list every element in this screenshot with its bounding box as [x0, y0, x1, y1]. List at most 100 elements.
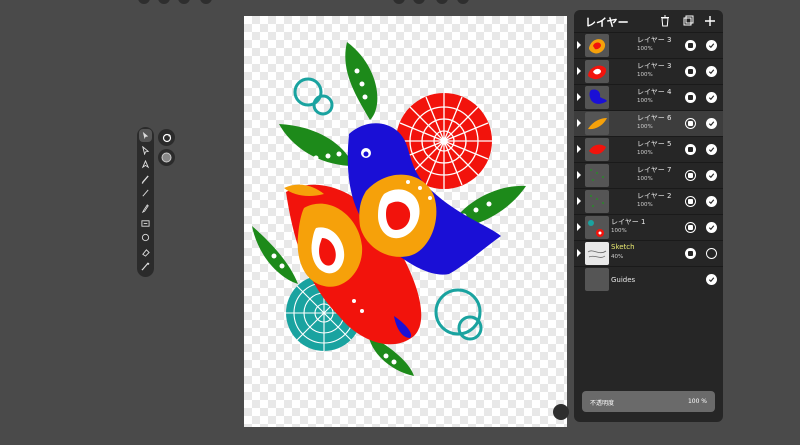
layer-row[interactable]: Guides: [574, 266, 723, 292]
layer-row[interactable]: レイヤー 5 100%: [574, 136, 723, 162]
visibility-check-icon[interactable]: [706, 40, 717, 51]
trash-icon[interactable]: [659, 15, 671, 27]
visibility-check-icon[interactable]: [706, 274, 717, 285]
layer-thumbnail: [585, 216, 609, 239]
layer-thumbnail: [585, 112, 609, 135]
layer-name: レイヤー 1: [611, 218, 646, 226]
top-toolbar-button[interactable]: [158, 0, 170, 4]
layer-opacity: 100%: [637, 176, 653, 182]
shape-tool-icon[interactable]: [139, 231, 152, 244]
layer-row[interactable]: レイヤー 4 100%: [574, 84, 723, 110]
visibility-check-icon[interactable]: [706, 222, 717, 233]
top-toolbar-button[interactable]: [436, 0, 448, 4]
layer-thumbnail: [585, 242, 609, 265]
settings-button[interactable]: [553, 404, 569, 420]
visibility-check-icon[interactable]: [706, 92, 717, 103]
expand-caret-icon[interactable]: [577, 249, 581, 257]
layer-name: レイヤー 2: [637, 192, 672, 200]
layer-opacity: 100%: [637, 72, 653, 78]
layer-thumbnail: [585, 190, 609, 213]
brush-settings-icon[interactable]: [158, 149, 175, 166]
layer-row[interactable]: Sketch 40%: [574, 240, 723, 266]
layer-thumbnail: [585, 164, 609, 187]
top-toolbar-button[interactable]: [393, 0, 405, 4]
top-toolbar-button[interactable]: [200, 0, 212, 4]
layer-row[interactable]: レイヤー 1 100%: [574, 214, 723, 240]
layer-name: Sketch: [611, 243, 635, 251]
brush-tool-icon[interactable]: [139, 173, 152, 186]
layers-panel-title: レイヤー: [585, 16, 629, 29]
expand-caret-icon[interactable]: [577, 93, 581, 101]
layer-thumbnail: [585, 34, 609, 57]
lock-icon[interactable]: [685, 92, 696, 103]
top-toolbar-button[interactable]: [457, 0, 469, 4]
drawing-canvas[interactable]: [244, 16, 567, 427]
direct-select-icon[interactable]: [139, 144, 152, 157]
layer-opacity: 100%: [611, 228, 627, 234]
layer-opacity: 100%: [637, 150, 653, 156]
layer-opacity: 100%: [637, 124, 653, 130]
tool-palette: [137, 127, 154, 277]
layer-opacity: 40%: [611, 254, 624, 260]
rotate-icon[interactable]: [158, 129, 175, 146]
layer-opacity: 100%: [637, 202, 653, 208]
opacity-slider[interactable]: 不透明度 100 %: [582, 391, 715, 412]
unlock-icon[interactable]: [685, 118, 696, 129]
layer-opacity: 100%: [637, 98, 653, 104]
expand-caret-icon[interactable]: [577, 145, 581, 153]
duplicate-icon[interactable]: [682, 15, 694, 27]
plus-icon[interactable]: [704, 15, 716, 27]
visibility-check-icon[interactable]: [706, 144, 717, 155]
expand-caret-icon[interactable]: [577, 67, 581, 75]
eraser-tool-icon[interactable]: [139, 246, 152, 259]
pencil-tool-icon[interactable]: [139, 187, 152, 200]
layer-name: レイヤー 7: [637, 166, 672, 174]
layer-name: Guides: [611, 276, 636, 284]
lock-icon[interactable]: [685, 66, 696, 77]
visibility-check-icon[interactable]: [706, 196, 717, 207]
visibility-check-icon[interactable]: [706, 170, 717, 181]
text-tool-icon[interactable]: [139, 217, 152, 230]
unlock-icon[interactable]: [685, 196, 696, 207]
layer-name: レイヤー 3: [637, 62, 672, 70]
visibility-check-icon[interactable]: [706, 66, 717, 77]
opacity-value: 100 %: [687, 398, 707, 405]
top-toolbar-button[interactable]: [178, 0, 190, 4]
layers-panel-header: レイヤー: [574, 10, 723, 32]
layer-name: レイヤー 6: [637, 114, 672, 122]
opacity-label: 不透明度: [590, 400, 615, 407]
eyedropper-icon[interactable]: [139, 260, 152, 273]
layer-thumbnail: [585, 86, 609, 109]
layer-row[interactable]: レイヤー 2 100%: [574, 188, 723, 214]
expand-caret-icon[interactable]: [577, 171, 581, 179]
artwork-illustration: [252, 42, 526, 376]
expand-caret-icon[interactable]: [577, 41, 581, 49]
layer-row[interactable]: レイヤー 7 100%: [574, 162, 723, 188]
marker-tool-icon[interactable]: [139, 202, 152, 215]
layer-thumbnail: [585, 138, 609, 161]
layer-row[interactable]: レイヤー 3 100%: [574, 58, 723, 84]
layer-row[interactable]: レイヤー 3 100%: [574, 32, 723, 58]
select-tool-icon[interactable]: [139, 129, 152, 142]
pen-tool-icon[interactable]: [139, 158, 152, 171]
layer-name: レイヤー 5: [637, 140, 672, 148]
lock-icon[interactable]: [685, 40, 696, 51]
visibility-check-icon[interactable]: [706, 118, 717, 129]
unlock-icon[interactable]: [685, 170, 696, 181]
top-toolbar-button[interactable]: [138, 0, 150, 4]
top-toolbar-button[interactable]: [413, 0, 425, 4]
layer-thumbnail: [585, 60, 609, 83]
layer-name: レイヤー 3: [637, 36, 672, 44]
layer-opacity: 100%: [637, 46, 653, 52]
layer-name: レイヤー 4: [637, 88, 672, 96]
expand-caret-icon[interactable]: [577, 223, 581, 231]
lock-icon[interactable]: [685, 144, 696, 155]
layer-thumbnail: [585, 268, 609, 291]
layer-row[interactable]: レイヤー 6 100%: [574, 110, 723, 136]
lock-icon[interactable]: [685, 248, 696, 259]
layers-panel: レイヤー レイヤー 3 100% レイヤー 3 100% レイヤー 4 100% レイヤー …: [574, 10, 723, 422]
unlock-icon[interactable]: [685, 222, 696, 233]
visibility-check-icon[interactable]: [706, 248, 717, 259]
expand-caret-icon[interactable]: [577, 197, 581, 205]
expand-caret-icon[interactable]: [577, 119, 581, 127]
